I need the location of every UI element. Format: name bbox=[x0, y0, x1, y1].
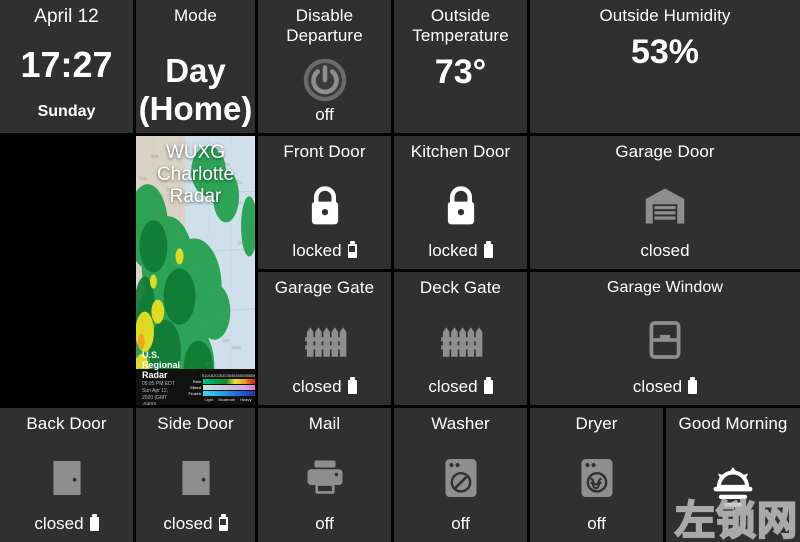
tile-garage-window[interactable]: Garage Window closed bbox=[530, 272, 800, 405]
mail-state: off bbox=[315, 514, 334, 533]
tile-dryer[interactable]: Dryer off bbox=[530, 408, 663, 542]
clock-date: April 12 bbox=[34, 6, 99, 27]
tile-garage-gate[interactable]: Garage Gate closed bbox=[258, 272, 391, 405]
radar-title: WUXG Charlotte Radar bbox=[156, 142, 235, 207]
legend-ticks: 510152025 3035404550 5560657075dBZ bbox=[202, 372, 255, 378]
outside-temperature-label: Outside Temperature bbox=[412, 6, 509, 45]
svg-text:Charleston: Charleston bbox=[188, 268, 195, 273]
front-door-state-text: locked bbox=[292, 241, 342, 260]
back-door-label: Back Door bbox=[26, 414, 107, 433]
tile-mail[interactable]: Mail off bbox=[258, 408, 391, 542]
tile-back-door[interactable]: Back Door closed bbox=[0, 408, 133, 542]
garage-window-state: closed bbox=[530, 377, 800, 397]
outside-humidity-label: Outside Humidity bbox=[599, 6, 731, 25]
svg-text:Charlottesville: Charlottesville bbox=[214, 289, 223, 294]
mail-label: Mail bbox=[308, 414, 341, 433]
tile-side-door[interactable]: Side Door closed bbox=[136, 408, 255, 542]
deck-gate-state: closed bbox=[394, 377, 527, 397]
legend-row-frozen: Frozen bbox=[188, 390, 201, 396]
svg-text:Harrisonburg: Harrisonburg bbox=[209, 260, 217, 265]
legend-timestamp: 05:05 PM EDT Sun Apr 12, 2020 (GMT -0400… bbox=[142, 381, 175, 405]
clock-time: 17:27 bbox=[20, 44, 113, 85]
legend-bar-mixed bbox=[203, 384, 255, 390]
battery-icon bbox=[89, 514, 99, 531]
tile-kitchen-door[interactable]: Kitchen Door locked bbox=[394, 136, 527, 269]
mode-label: Mode bbox=[174, 6, 217, 25]
svg-text:Roanoke: Roanoke bbox=[202, 319, 208, 324]
kitchen-door-state: locked bbox=[394, 241, 527, 261]
garage-window-state-text: closed bbox=[632, 377, 683, 396]
deck-gate-label: Deck Gate bbox=[419, 278, 502, 297]
legend-word-light: Light bbox=[204, 396, 214, 402]
battery-icon bbox=[688, 377, 698, 394]
front-door-state: locked bbox=[258, 241, 391, 261]
svg-text:Richmond: Richmond bbox=[222, 318, 229, 323]
svg-text:Salisbury: Salisbury bbox=[238, 240, 244, 245]
battery-icon bbox=[347, 241, 357, 258]
kitchen-door-state-text: locked bbox=[428, 241, 478, 260]
radar-legend: U.S. Regional Radar 05:05 PM EDT Sun Apr… bbox=[136, 351, 255, 405]
tile-clock[interactable]: April 12 17:27 Sunday bbox=[0, 0, 133, 133]
deck-gate-state-text: closed bbox=[428, 377, 478, 396]
battery-icon bbox=[483, 241, 493, 258]
back-door-state-text: closed bbox=[34, 514, 84, 533]
garage-gate-state: closed bbox=[258, 377, 391, 397]
garage-window-label: Garage Window bbox=[606, 279, 724, 296]
kitchen-door-label: Kitchen Door bbox=[410, 142, 511, 161]
legend-words: Light Moderate Heavy Extreme bbox=[188, 397, 255, 402]
legend-word-heavy: Heavy bbox=[240, 396, 252, 402]
legend-bar-rain bbox=[203, 378, 255, 384]
garage-gate-state-text: closed bbox=[292, 377, 342, 396]
side-door-label: Side Door bbox=[157, 414, 234, 433]
tile-front-door[interactable]: Front Door locked bbox=[258, 136, 391, 269]
legend-bar-frozen bbox=[203, 390, 255, 396]
garage-gate-label: Garage Gate bbox=[274, 278, 375, 297]
svg-text:Portsmouth: Portsmouth bbox=[177, 232, 184, 237]
watermark: 左锁网 bbox=[674, 497, 798, 542]
svg-text:Petersburg: Petersburg bbox=[222, 338, 229, 343]
washer-state: off bbox=[451, 514, 470, 533]
good-morning-label: Good Morning bbox=[678, 414, 788, 433]
tile-outside-temperature[interactable]: Outside Temperature 73° bbox=[394, 0, 527, 133]
outside-humidity-value: 53% bbox=[630, 33, 700, 71]
tile-garage-door[interactable]: Garage Door closed bbox=[530, 136, 800, 269]
garage-door-state: closed bbox=[640, 241, 690, 260]
battery-icon bbox=[218, 514, 228, 531]
side-door-state-text: closed bbox=[163, 514, 213, 533]
tile-deck-gate[interactable]: Deck Gate closed bbox=[394, 272, 527, 405]
disable-departure-label: Disable Departure bbox=[286, 6, 363, 45]
battery-icon bbox=[347, 377, 357, 394]
legend-row-mixed: Mixed bbox=[190, 384, 201, 390]
legend-scale: 510152025 3035404550 5560657075dBZ Rain … bbox=[188, 373, 255, 402]
mode-value: Day (Home) bbox=[138, 52, 253, 127]
dryer-label: Dryer bbox=[575, 414, 618, 433]
legend-title: U.S. Regional Radar bbox=[142, 350, 181, 380]
tile-disable-departure[interactable]: Disable Departure off bbox=[258, 0, 391, 133]
side-door-state: closed bbox=[136, 514, 255, 534]
legend-word-moderate: Moderate bbox=[218, 396, 236, 402]
radar-map[interactable]: Indianapolis Terre Haute Cincinnati Port… bbox=[136, 136, 255, 405]
battery-icon bbox=[483, 377, 493, 394]
svg-text:Virginia Beach: Virginia Beach bbox=[232, 345, 241, 350]
outside-temperature-value: 73° bbox=[434, 53, 487, 91]
back-door-state: closed bbox=[0, 514, 133, 534]
svg-text:Danville: Danville bbox=[206, 361, 211, 366]
tile-outside-humidity[interactable]: Outside Humidity 53% bbox=[530, 0, 800, 133]
clock-weekday: Sunday bbox=[37, 103, 96, 120]
garage-door-label: Garage Door bbox=[615, 142, 715, 161]
dashboard-grid: April 12 17:27 Sunday Mode Day (Home) Di… bbox=[0, 0, 800, 542]
legend-row-rain: Rain bbox=[192, 378, 201, 384]
svg-text:Shannon: Shannon bbox=[153, 212, 159, 217]
tile-good-morning[interactable]: Good Morning 左锁网 bbox=[666, 408, 800, 542]
washer-label: Washer bbox=[431, 414, 490, 433]
tile-mode[interactable]: Mode Day (Home) bbox=[136, 0, 255, 133]
dryer-state: off bbox=[587, 514, 606, 533]
front-door-label: Front Door bbox=[283, 142, 366, 161]
tile-washer[interactable]: Washer off bbox=[394, 408, 527, 542]
disable-departure-state: off bbox=[315, 105, 334, 124]
